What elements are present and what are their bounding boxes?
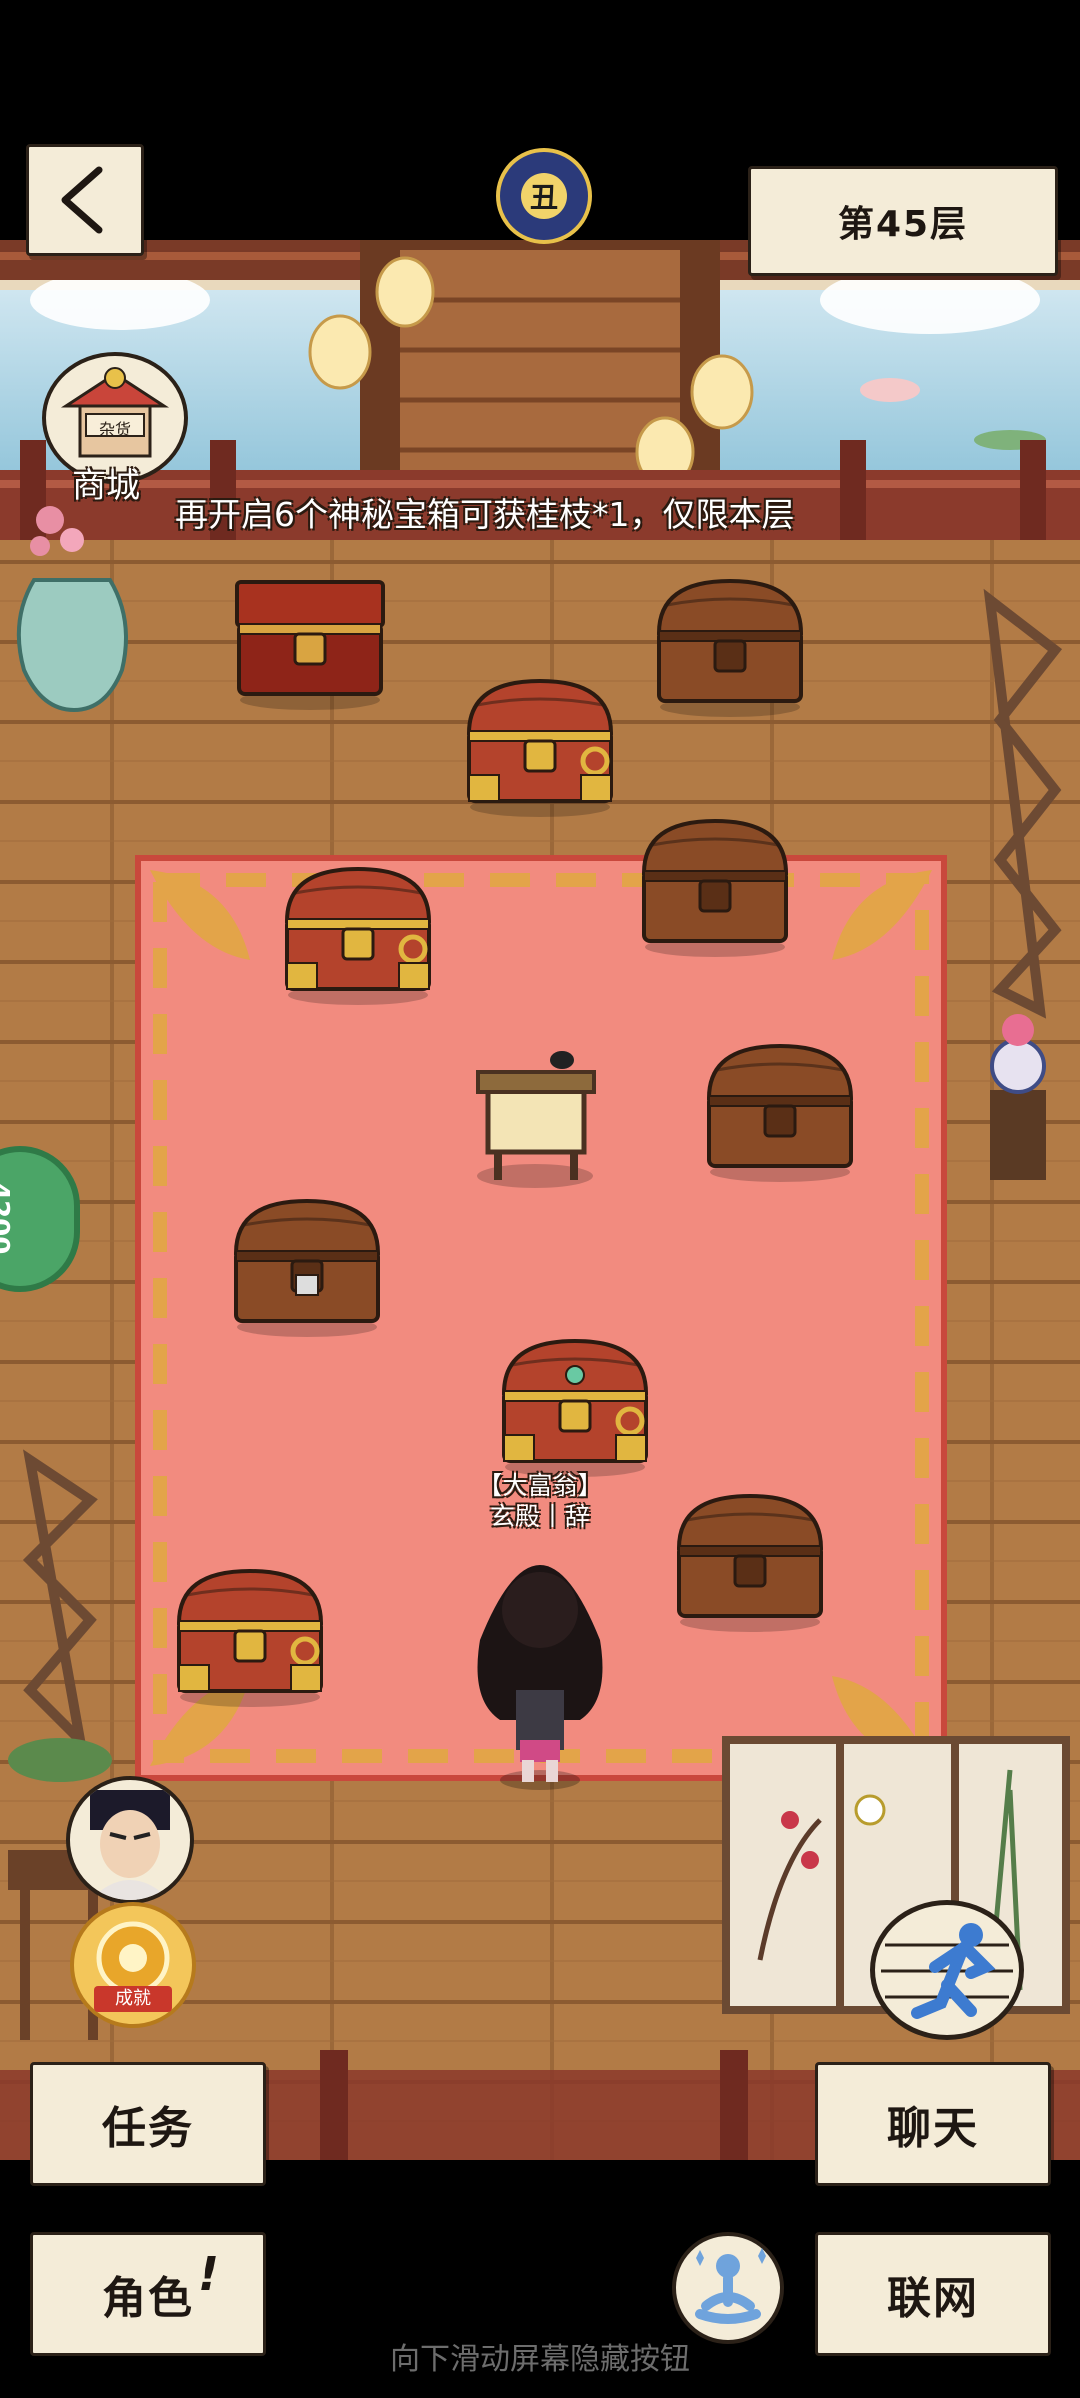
- side-counter-text: 4200: [0, 1182, 14, 1255]
- player-name-tag: 【大富翁】 玄殿丨辞: [470, 1470, 610, 1532]
- treasure-chest-wooden-locked[interactable]: [233, 1198, 381, 1337]
- treasure-chest-wooden[interactable]: [676, 1493, 824, 1632]
- chest-progress-notice: 再开启6个神秘宝箱可获桂枝*1，仅限本层: [175, 495, 795, 534]
- task-button-label: 任务: [102, 2103, 194, 2154]
- task-button[interactable]: 任务: [30, 2062, 266, 2186]
- companion-avatar[interactable]: [66, 1776, 194, 1904]
- achievement-button[interactable]: 成就: [70, 1902, 196, 2028]
- swipe-hint: 向下滑动屏幕隐藏按钮: [390, 2342, 690, 2377]
- treasure-chest-gold-jade[interactable]: [501, 1338, 649, 1477]
- player-name: 玄殿丨辞: [489, 1502, 590, 1531]
- chat-button[interactable]: 聊天: [815, 2062, 1051, 2186]
- chevron-left-icon: [61, 166, 103, 234]
- zodiac-hour-text: 丑: [521, 173, 567, 219]
- treasure-chest-wooden[interactable]: [706, 1043, 854, 1182]
- meditate-button[interactable]: [672, 2232, 784, 2344]
- treasure-chest-gold-ornate[interactable]: [466, 678, 614, 817]
- treasure-chest-red-lacquer[interactable]: [235, 580, 385, 710]
- treasure-chest-gold-ornate[interactable]: [176, 1568, 324, 1707]
- chat-button-label: 聊天: [887, 2103, 979, 2154]
- run-toggle-button[interactable]: [870, 1900, 1024, 2040]
- treasure-chest-wooden[interactable]: [656, 578, 804, 717]
- shop-label: 商城: [72, 466, 140, 506]
- running-person-icon: [881, 1923, 1013, 2019]
- treasure-chest-wooden[interactable]: [641, 818, 789, 957]
- player-title: 【大富翁】: [477, 1471, 603, 1500]
- shop-sign-text: 杂货: [98, 420, 131, 439]
- role-button-label: 角色: [102, 2273, 194, 2324]
- zodiac-hour-badge[interactable]: 丑: [496, 148, 592, 244]
- role-alert-icon: !: [198, 2247, 221, 2301]
- floor-indicator: 第45层: [748, 166, 1058, 276]
- treasure-chest-gold-ornate[interactable]: [284, 866, 432, 1005]
- floor-label: 第45层: [837, 204, 969, 245]
- back-button[interactable]: [26, 144, 144, 256]
- companion-portrait-icon: [90, 1790, 170, 1900]
- network-button-label: 联网: [887, 2273, 979, 2324]
- achievement-label: 成就: [94, 1986, 172, 2012]
- meditation-icon: [695, 2248, 766, 2324]
